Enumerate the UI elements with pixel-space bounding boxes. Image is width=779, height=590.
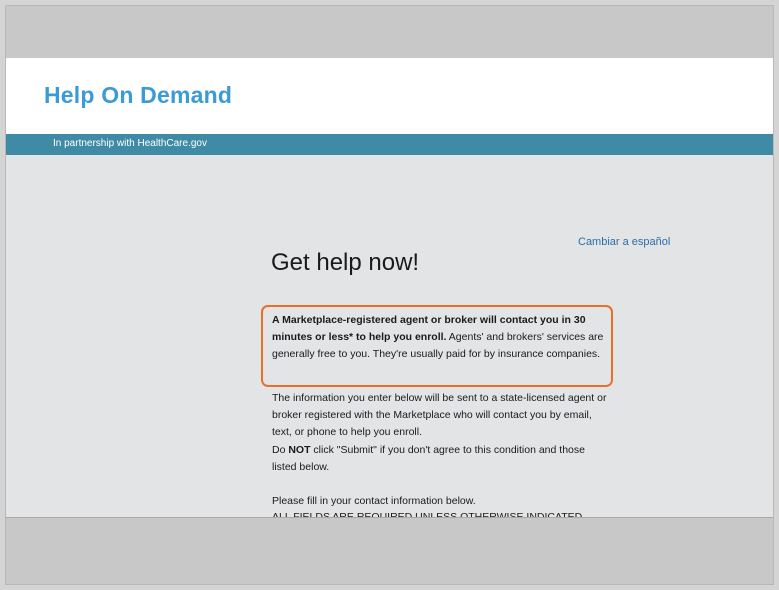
required-fields-note: ALL FIELDS ARE REQUIRED UNLESS OTHERWISE… (272, 511, 583, 517)
main-content: Cambiar a español Get help now! A Market… (6, 155, 773, 517)
warning-prefix: Do (272, 444, 289, 456)
warning-suffix: click "Submit" if you don't agree to thi… (272, 444, 585, 473)
fill-in-instruction: Please fill in your contact information … (272, 495, 476, 507)
warning-paragraph: Do NOT click "Submit" if you don't agree… (272, 442, 607, 476)
partner-bar: In partnership with HealthCare.gov (6, 134, 773, 155)
partner-text: In partnership with HealthCare.gov (53, 138, 207, 149)
brand-logo-text[interactable]: Help On Demand (44, 82, 232, 109)
warning-bold: NOT (288, 444, 311, 456)
site-header: Help On Demand (6, 58, 773, 134)
bottom-gray-bar (6, 517, 773, 584)
screenshot-frame: Help On Demand In partnership with Healt… (5, 5, 774, 585)
page-title: Get help now! (271, 249, 420, 276)
intro-paragraph: A Marketplace-registered agent or broker… (272, 312, 607, 363)
info-paragraph: The information you enter below will be … (272, 392, 607, 438)
top-gray-bar (6, 6, 773, 58)
language-switch-link[interactable]: Cambiar a español (578, 236, 670, 248)
